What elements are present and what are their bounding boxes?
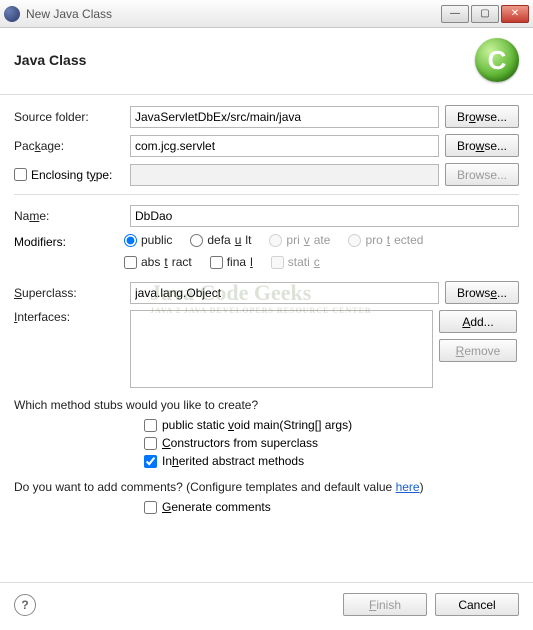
modifier-protected-radio (348, 234, 361, 247)
enclosing-type-row: Enclosing type: Browse... (14, 163, 519, 186)
modifier-private: private (269, 233, 330, 247)
source-folder-label: Source folder: (14, 110, 124, 124)
separator (14, 194, 519, 195)
stub-inherited-label: Inherited abstract methods (162, 454, 304, 468)
modifier-private-radio (269, 234, 282, 247)
titlebar: New Java Class — ▢ ✕ (0, 0, 533, 28)
name-row: Name: (14, 205, 519, 227)
generate-comments-line: Generate comments (144, 498, 519, 516)
enclosing-type-checkbox[interactable] (14, 168, 27, 181)
modifiers-label: Modifiers: (14, 233, 124, 249)
dialog-content: Source folder: Browse... Package: Browse… (0, 95, 533, 526)
window-controls: — ▢ ✕ (441, 5, 529, 23)
modifier-abstract[interactable]: abstract (124, 255, 192, 269)
package-label: Package: (14, 139, 124, 153)
footer-left: ? (14, 594, 36, 616)
stub-constructors-checkbox[interactable] (144, 437, 157, 450)
modifier-public-radio[interactable] (124, 234, 137, 247)
modifier-default-radio[interactable] (190, 234, 203, 247)
comments-here-link[interactable]: here (396, 480, 420, 494)
footer-right: Finish Cancel (343, 593, 519, 616)
window-title: New Java Class (26, 7, 441, 21)
interfaces-label: Interfaces: (14, 310, 124, 324)
modifier-final-checkbox[interactable] (210, 256, 223, 269)
stub-inherited-line: Inherited abstract methods (144, 452, 519, 470)
interfaces-add-button[interactable]: Add... (439, 310, 517, 333)
minimize-button[interactable]: — (441, 5, 469, 23)
enclosing-type-label: Enclosing type: (31, 168, 112, 182)
modifiers-options: public default private protected abstrac… (124, 233, 519, 269)
generate-comments-checkbox[interactable] (144, 501, 157, 514)
superclass-input[interactable] (130, 282, 439, 304)
class-icon: C (475, 38, 519, 82)
name-input[interactable] (130, 205, 519, 227)
modifier-static-checkbox (271, 256, 284, 269)
modifiers-row: Modifiers: public default private protec… (14, 233, 519, 269)
superclass-browse-button[interactable]: Browse... (445, 281, 519, 304)
stub-main-label: public static void main(String[] args) (162, 418, 352, 432)
package-input[interactable] (130, 135, 439, 157)
name-label: Name: (14, 209, 124, 223)
comments-prefix: Do you want to add comments? (Configure … (14, 480, 396, 494)
page-title: Java Class (14, 52, 86, 68)
modifier-final[interactable]: final (210, 255, 253, 269)
enclosing-type-browse-button: Browse... (445, 163, 519, 186)
package-row: Package: Browse... (14, 134, 519, 157)
comments-suffix: ) (420, 480, 424, 494)
dialog-footer: ? Finish Cancel (0, 582, 533, 630)
help-icon[interactable]: ? (14, 594, 36, 616)
stub-main-line: public static void main(String[] args) (144, 416, 519, 434)
stub-constructors-line: Constructors from superclass (144, 434, 519, 452)
superclass-label: Superclass: (14, 286, 124, 300)
interfaces-buttons: Add... Remove (439, 310, 519, 362)
close-button[interactable]: ✕ (501, 5, 529, 23)
source-folder-input[interactable] (130, 106, 439, 128)
package-browse-button[interactable]: Browse... (445, 134, 519, 157)
superclass-row: Superclass: Browse... (14, 281, 519, 304)
cancel-button[interactable]: Cancel (435, 593, 519, 616)
stub-inherited-checkbox[interactable] (144, 455, 157, 468)
maximize-button[interactable]: ▢ (471, 5, 499, 23)
stubs-question: Which method stubs would you like to cre… (14, 398, 519, 412)
dialog-header: Java Class C (0, 28, 533, 95)
stub-constructors-label: Constructors from superclass (162, 436, 318, 450)
interfaces-row: Interfaces: Add... Remove (14, 310, 519, 388)
finish-button: Finish (343, 593, 427, 616)
modifier-static: static (271, 255, 320, 269)
app-icon (4, 6, 20, 22)
comments-question: Do you want to add comments? (Configure … (14, 480, 519, 494)
modifier-abstract-checkbox[interactable] (124, 256, 137, 269)
enclosing-type-input (130, 164, 439, 186)
source-folder-row: Source folder: Browse... (14, 105, 519, 128)
modifier-default[interactable]: default (190, 233, 251, 247)
source-folder-browse-button[interactable]: Browse... (445, 105, 519, 128)
modifier-protected: protected (348, 233, 423, 247)
interfaces-list[interactable] (130, 310, 433, 388)
generate-comments-label: Generate comments (162, 500, 271, 514)
stub-main-checkbox[interactable] (144, 419, 157, 432)
modifier-public[interactable]: public (124, 233, 172, 247)
interfaces-remove-button: Remove (439, 339, 517, 362)
